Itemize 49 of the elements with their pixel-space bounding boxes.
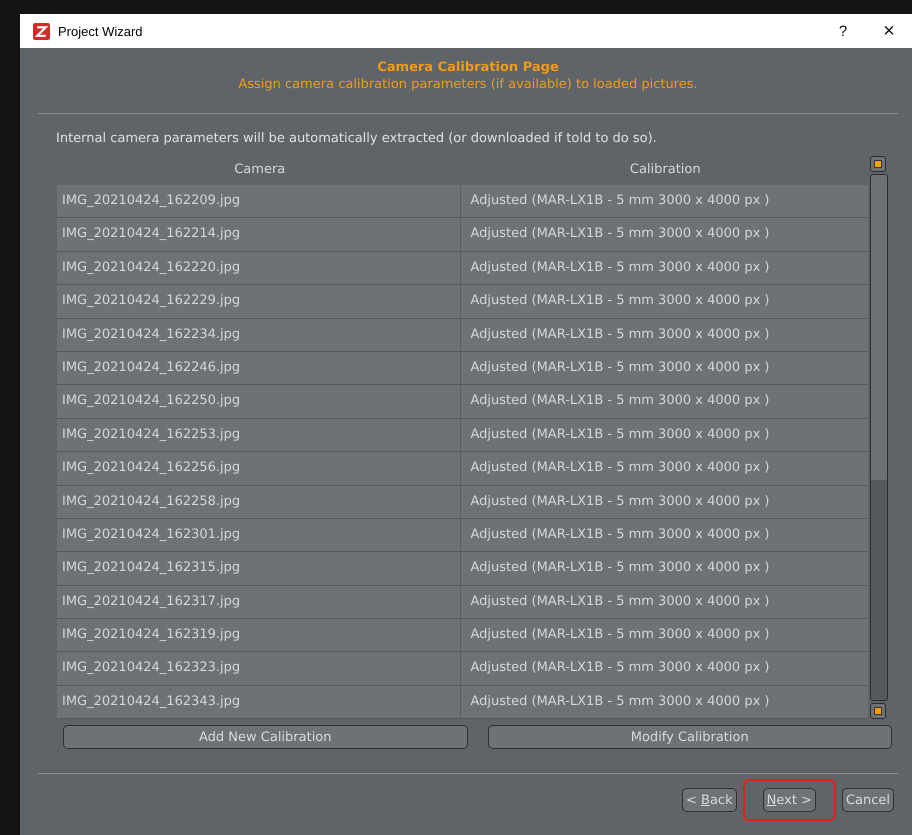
table-cell: IMG_20210424_162246.jpg xyxy=(57,352,460,384)
table-cell-text: Adjusted (MAR-LX1B - 5 mm 3000 x 4000 px ) xyxy=(470,492,770,511)
scroll-up-button[interactable] xyxy=(870,156,886,172)
table-cell: IMG_20210424_162258.jpg xyxy=(57,486,460,518)
help-button[interactable]: ? xyxy=(820,14,866,48)
scroll-down-button[interactable] xyxy=(870,703,886,720)
table-cell: IMG_20210424_162319.jpg xyxy=(57,619,460,652)
table-cell-text: Adjusted (MAR-LX1B - 5 mm 3000 x 4000 px ) xyxy=(470,592,770,611)
table-cell: IMG_20210424_162209.jpg xyxy=(57,185,460,218)
table-cell-text: Adjusted (MAR-LX1B - 5 mm 3000 x 4000 px ) xyxy=(470,358,770,377)
table-cell-text: Adjusted (MAR-LX1B - 5 mm 3000 x 4000 px ) xyxy=(470,225,770,244)
info-text: Internal camera parameters will be automatically extracted (or downloaded if told to do so). xyxy=(56,131,658,148)
table-cell: IMG_20210424_162301.jpg xyxy=(57,518,460,552)
column-header: Camera xyxy=(233,162,286,176)
table-cell-text: Adjusted (MAR-LX1B - 5 mm 3000 x 4000 px ) xyxy=(470,258,770,277)
table-cell: IMG_20210424_162220.jpg xyxy=(57,252,460,284)
page-subtitle: Assign camera calibration parameters (if available) to loaded pictures. xyxy=(237,76,699,93)
table-cell-text: Adjusted (MAR-LX1B - 5 mm 3000 x 4000 px ) xyxy=(470,326,770,344)
table-cell-text: Adjusted (MAR-LX1B - 5 mm 3000 x 4000 px ) xyxy=(470,526,770,544)
window-title: Project Wizard xyxy=(58,24,143,38)
table-cell: IMG_20210424_162229.jpg xyxy=(57,285,460,318)
table-cell: IMG_20210424_162214.jpg xyxy=(57,218,460,251)
table-cell-text: Adjusted (MAR-LX1B - 5 mm 3000 x 4000 px ) xyxy=(470,626,770,644)
table-cell: IMG_20210424_162234.jpg xyxy=(57,318,460,351)
table-cell: IMG_20210424_162343.jpg xyxy=(57,686,460,718)
calibration-button[interactable]: Modify Calibration xyxy=(488,725,892,750)
column-header: Calibration xyxy=(628,162,702,176)
table-cell: IMG_20210424_162253.jpg xyxy=(57,418,460,452)
app-logo-icon xyxy=(33,22,50,40)
table-cell-text: Adjusted (MAR-LX1B - 5 mm 3000 x 4000 px ) xyxy=(470,192,770,210)
wizard-button[interactable]: < Back xyxy=(682,788,737,812)
table-cell-text: Adjusted (MAR-LX1B - 5 mm 3000 x 4000 px ) xyxy=(470,559,770,578)
table-cell-text: Adjusted (MAR-LX1B - 5 mm 3000 x 4000 px ) xyxy=(470,426,770,444)
table-cell: IMG_20210424_162250.jpg xyxy=(57,385,460,418)
close-button[interactable]: × xyxy=(866,14,912,48)
page-title: Camera Calibration Page xyxy=(376,60,560,76)
calibration-button[interactable]: Add New Calibration xyxy=(63,725,468,750)
table-cell: IMG_20210424_162323.jpg xyxy=(57,652,460,685)
table-cell-text: Adjusted (MAR-LX1B - 5 mm 3000 x 4000 px ) xyxy=(470,392,770,410)
table-cell-text: Adjusted (MAR-LX1B - 5 mm 3000 x 4000 px ) xyxy=(470,292,770,310)
table-cell-text: Adjusted (MAR-LX1B - 5 mm 3000 x 4000 px ) xyxy=(470,659,770,678)
table-cell-text: Adjusted (MAR-LX1B - 5 mm 3000 x 4000 px ) xyxy=(470,692,770,711)
table-cell: IMG_20210424_162317.jpg xyxy=(57,586,460,618)
table-cell: IMG_20210424_162315.jpg xyxy=(57,552,460,585)
table-cell: IMG_20210424_162256.jpg xyxy=(57,452,460,485)
table-cell-text: Adjusted (MAR-LX1B - 5 mm 3000 x 4000 px ) xyxy=(470,459,770,478)
wizard-button[interactable]: Next > xyxy=(762,788,816,812)
wizard-button[interactable]: Cancel xyxy=(842,788,894,812)
scrollbar-thumb[interactable] xyxy=(871,175,887,480)
